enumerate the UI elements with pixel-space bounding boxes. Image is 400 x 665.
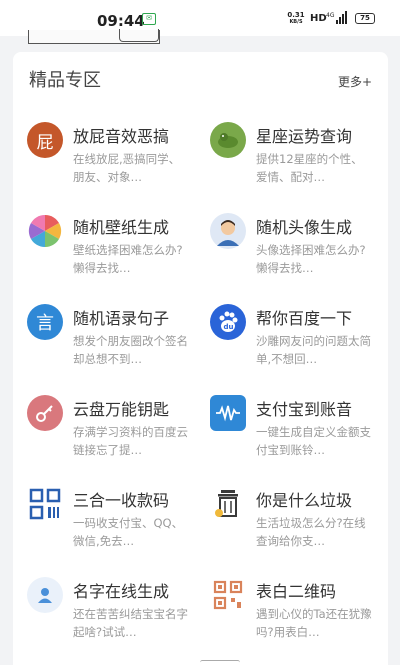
feature-item-avatar[interactable]: 随机头像生成 头像选择困难怎么办?懒得去找…	[210, 213, 385, 293]
avatar-icon	[210, 213, 246, 249]
item-title: 帮你百度一下	[256, 309, 353, 328]
item-description: 提供12星座的个性、爱情、配对…	[256, 152, 363, 184]
item-description: 遇到心仪的Ta还在犹豫吗?用表白…	[256, 607, 372, 639]
feature-item-cloud-key[interactable]: 云盘万能钥匙 存满学习资料的百度云链接忘了提…	[27, 395, 202, 475]
item-description: 生活垃圾怎么分?在线查询给你支…	[256, 516, 366, 548]
item-description: 沙雕网友问的问题太简单,不想回…	[256, 334, 371, 366]
feature-item-alipay-sound[interactable]: 支付宝到账音 一键生成自定义金额支付宝到账铃…	[210, 395, 385, 475]
key-icon	[27, 395, 63, 431]
item-title: 放屁音效恶搞	[73, 127, 170, 146]
fart-icon: 屁	[27, 122, 63, 158]
more-link[interactable]: 更多+	[338, 73, 372, 90]
feature-item-horoscope[interactable]: 星座运势查询 提供12星座的个性、爱情、配对…	[210, 122, 385, 202]
item-description: 壁纸选择困难怎么办?懒得去找…	[73, 243, 183, 275]
item-title: 支付宝到账音	[256, 400, 353, 419]
item-title: 星座运势查询	[256, 127, 353, 146]
svg-text:du: du	[224, 323, 234, 331]
item-description: 存满学习资料的百度云链接忘了提…	[73, 425, 188, 457]
bottom-edge	[200, 660, 240, 665]
feature-item-garbage[interactable]: 你是什么垃圾 生活垃圾怎么分?在线查询给你支…	[210, 486, 385, 566]
battery-indicator: 75	[355, 13, 375, 24]
feature-item-wallpaper[interactable]: 随机壁纸生成 壁纸选择困难怎么办?懒得去找…	[27, 213, 202, 293]
item-title: 你是什么垃圾	[256, 491, 353, 510]
item-description: 还在苦苦纠结宝宝名字起啥?试试…	[73, 607, 188, 639]
item-title: 随机头像生成	[256, 218, 353, 237]
love-qr-icon	[210, 577, 246, 613]
feature-item-fart-sound[interactable]: 屁 放屁音效恶搞 在线放屁,恶搞同学、朋友、对象…	[27, 122, 202, 202]
feature-item-payment-qr[interactable]: 三合一收款码 一码收支付宝、QQ、微信,免去…	[27, 486, 202, 566]
signal-label: 4G	[326, 12, 335, 19]
item-description: 一键生成自定义金额支付宝到账铃…	[256, 425, 371, 457]
payment-qr-icon	[27, 486, 63, 522]
item-title: 三合一收款码	[73, 491, 170, 510]
feature-item-baidu[interactable]: du 帮你百度一下 沙雕网友问的问题太简单,不想回…	[210, 304, 385, 384]
signal-icon: 4G	[326, 11, 347, 24]
item-description: 想发个朋友圈改个签名却总想不到…	[73, 334, 188, 366]
status-time: 09:44	[97, 12, 145, 30]
quote-icon: 言	[27, 304, 63, 340]
item-description: 头像选择困难怎么办?懒得去找…	[256, 243, 366, 275]
item-title: 表白二维码	[256, 582, 337, 601]
trash-icon	[210, 486, 246, 522]
cut-off-banner	[28, 29, 160, 44]
horoscope-icon	[210, 122, 246, 158]
feature-item-name-gen[interactable]: 名字在线生成 还在苦苦纠结宝宝名字起啥?试试…	[27, 577, 202, 657]
wallpaper-icon	[27, 213, 63, 249]
alipay-sound-icon	[210, 395, 246, 431]
name-icon	[27, 577, 63, 613]
network-speed-unit: KB/S	[289, 19, 303, 25]
item-description: 在线放屁,恶搞同学、朋友、对象…	[73, 152, 181, 184]
item-title: 随机壁纸生成	[73, 218, 170, 237]
item-description: 一码收支付宝、QQ、微信,免去…	[73, 516, 184, 548]
network-speed-value: 0.31	[287, 11, 305, 19]
hd-label: HD	[310, 13, 327, 24]
network-speed: 0.31 KB/S	[285, 12, 307, 26]
section-title: 精品专区	[29, 70, 101, 91]
feature-item-love-qr[interactable]: 表白二维码 遇到心仪的Ta还在犹豫吗?用表白…	[210, 577, 385, 657]
item-title: 随机语录句子	[73, 309, 170, 328]
cut-off-button	[119, 29, 159, 42]
message-notification-icon: ✉	[142, 13, 156, 25]
baidu-icon: du	[210, 304, 246, 340]
item-title: 名字在线生成	[73, 582, 170, 601]
item-title: 云盘万能钥匙	[73, 400, 170, 419]
feature-item-quote[interactable]: 言 随机语录句子 想发个朋友圈改个签名却总想不到…	[27, 304, 202, 384]
featured-section-card: 精品专区 更多+ 屁 放屁音效恶搞 在线放屁,恶搞同学、朋友、对象… 星座运势查…	[13, 52, 388, 665]
